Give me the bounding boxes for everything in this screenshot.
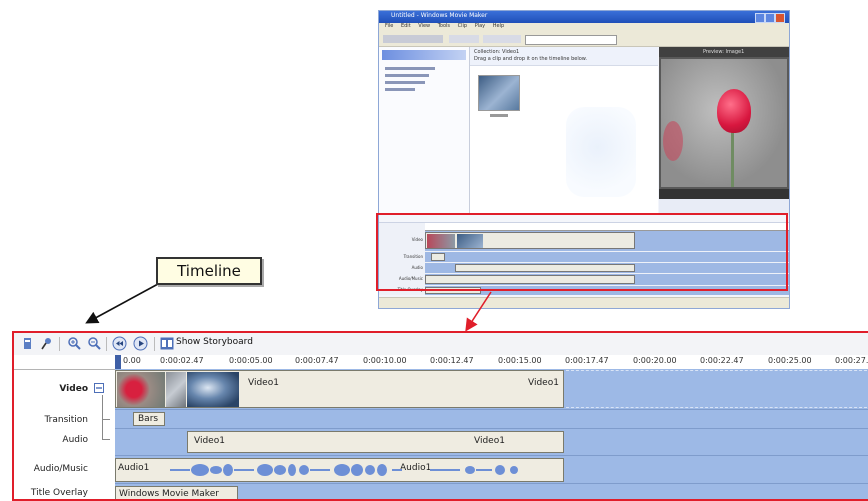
ruler-tick: 0:00:25.00 — [768, 356, 812, 365]
expand-video-track-icon[interactable] — [94, 383, 104, 393]
set-audio-levels-icon[interactable] — [20, 336, 35, 351]
ruler-tick: 0.00 — [123, 356, 141, 365]
audio-music-track: Audio1 Audio1 — [115, 456, 868, 484]
ruler-tick: 0:00:12.47 — [430, 356, 474, 365]
audio-waveform — [170, 464, 518, 476]
waterfall-thumbnail — [187, 372, 239, 407]
video-track: Video1 Video1 — [115, 369, 868, 410]
ruler-tick: 0:00:10.00 — [363, 356, 407, 365]
audio-music-track-label: Audio/Music — [33, 464, 88, 474]
audio-clip-label-right: Video1 — [474, 436, 505, 446]
video-clip[interactable]: Video1 Video1 — [115, 370, 564, 408]
audio-clip[interactable]: Video1 Video1 — [187, 431, 564, 453]
ruler-tick: 0:00:17.47 — [565, 356, 609, 365]
ruler-tick: 0:00:02.47 — [160, 356, 204, 365]
time-ruler[interactable]: 0.00 0:00:02.47 0:00:05.00 0:00:07.47 0:… — [14, 355, 868, 370]
toolbar-separator — [59, 337, 60, 351]
narrate-timeline-icon[interactable] — [39, 336, 54, 351]
audio-track: Video1 Video1 — [115, 429, 868, 456]
zoom-arrow — [465, 291, 492, 332]
timeline-toolbar: Show Storyboard — [14, 333, 868, 355]
music-clip-label-left: Audio1 — [118, 463, 150, 473]
storyboard-icon — [160, 337, 174, 350]
video-clip-label-left: Video1 — [248, 378, 279, 388]
zoom-out-icon[interactable] — [87, 336, 102, 351]
toolbar-separator — [154, 337, 155, 351]
timeline-panel: Show Storyboard 0.00 0:00:02.47 0:00:05.… — [12, 331, 868, 501]
ruler-tick: 0:00:15.00 — [498, 356, 542, 365]
bars-transition[interactable]: Bars — [133, 412, 165, 426]
video-track-label: Video — [59, 384, 88, 394]
show-storyboard-label: Show Storyboard — [176, 337, 253, 347]
ruler-tick: 0:00:07.47 — [295, 356, 339, 365]
transition-track: Bars — [115, 410, 868, 429]
track-tree-line — [102, 419, 110, 420]
audio-track-label: Audio — [62, 435, 88, 445]
title-overlay-track: Windows Movie Maker — [115, 484, 868, 499]
transition-track-label: Transition — [44, 415, 88, 425]
track-tree-line — [102, 395, 103, 440]
show-storyboard-button[interactable]: Show Storyboard — [160, 336, 254, 352]
tulip-thumbnail — [117, 372, 165, 407]
audio-clip-label-left: Video1 — [194, 436, 225, 446]
callout-arrow — [85, 283, 159, 324]
title-overlay-clip[interactable]: Windows Movie Maker — [115, 486, 238, 499]
timeline-callout: Timeline — [156, 257, 262, 285]
ruler-tick: 0:00:05.00 — [229, 356, 273, 365]
toolbar-separator — [106, 337, 107, 351]
video-drop-area[interactable] — [566, 370, 868, 408]
ruler-tick: 0:00:20.00 — [633, 356, 677, 365]
rock-thumbnail — [166, 372, 186, 407]
music-clip[interactable]: Audio1 Audio1 — [115, 458, 564, 482]
ruler-tick: 0:00:27.4 — [835, 356, 868, 365]
track-tree-line — [102, 439, 110, 440]
ruler-tick: 0:00:22.47 — [700, 356, 744, 365]
video-clip-label-right: Video1 — [528, 378, 559, 388]
rewind-timeline-icon[interactable] — [112, 336, 127, 351]
play-timeline-icon[interactable] — [133, 336, 148, 351]
playback-indicator[interactable] — [115, 355, 121, 369]
zoom-in-icon[interactable] — [67, 336, 82, 351]
title-overlay-track-label: Title Overlay — [30, 488, 88, 498]
